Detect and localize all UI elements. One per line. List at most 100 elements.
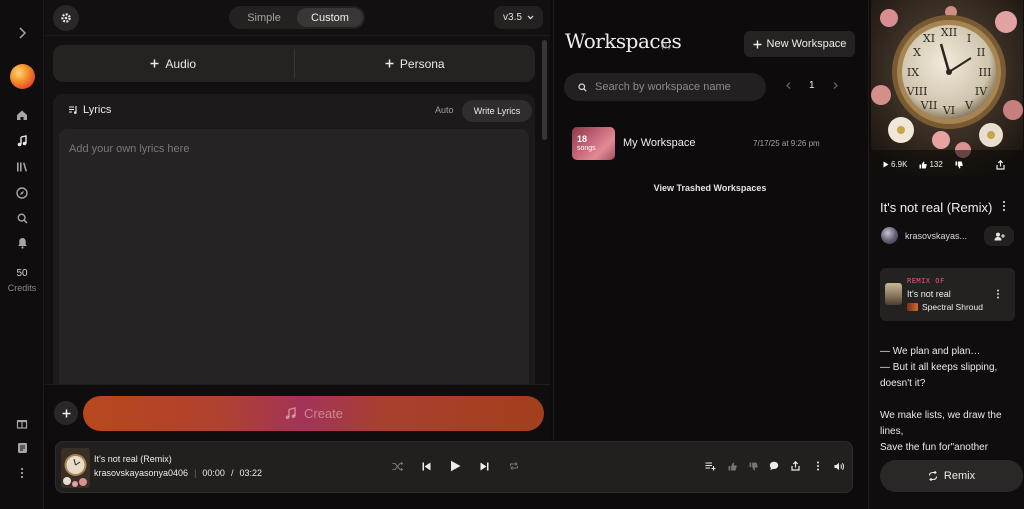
thumbs-down-icon[interactable] (955, 161, 963, 169)
dislike-icon[interactable] (745, 458, 761, 474)
add-audio-button[interactable]: Audio (53, 45, 294, 82)
svg-text:VIII: VIII (906, 85, 928, 98)
remix-source-artist-name: Spectral Shroud (922, 302, 983, 312)
artist-badge-icon (907, 303, 918, 311)
prev-page-icon[interactable] (786, 82, 791, 89)
workspace-name: My Workspace (623, 137, 696, 149)
play-icon (883, 161, 889, 168)
lyrics-placeholder: Add your own lyrics here (69, 143, 190, 155)
plus-icon (385, 59, 394, 68)
remix-source-title: It's not real (907, 289, 951, 299)
player-meta: krasovskayasonya0406 | 00:00 / 03:22 (94, 468, 262, 478)
home-icon[interactable] (14, 107, 30, 123)
create-scrollbar[interactable] (542, 40, 547, 382)
thumbs-up-icon (919, 161, 928, 169)
workspace-search-input[interactable]: Search by workspace name (564, 73, 766, 101)
more-icon[interactable] (14, 465, 30, 481)
player-artist[interactable]: krasovskayasonya0406 (94, 468, 188, 478)
repeat-icon[interactable] (506, 458, 522, 474)
create-panel: Simple Custom v3.5 Audio Persona Lyrics … (45, 0, 550, 440)
remix-source-artist: Spectral Shroud (907, 302, 983, 312)
gear-icon (60, 12, 72, 24)
likes-stat[interactable]: 132 (919, 160, 943, 169)
song-lyrics: — We plan and plan… — But it all keeps s… (880, 346, 1002, 451)
player-title[interactable]: It's not real (Remix) (94, 454, 172, 464)
write-lyrics-tab[interactable]: Write Lyrics (462, 100, 532, 122)
pagination: 1 (786, 80, 838, 91)
remix-more-icon[interactable] (996, 289, 1000, 299)
player-cover-art[interactable] (61, 448, 90, 488)
explore-icon[interactable] (14, 185, 30, 201)
chevron-right-icon[interactable] (14, 25, 30, 41)
svg-text:XI: XI (923, 32, 935, 45)
left-rail: 50 Credits (0, 0, 44, 509)
svg-text:II: II (977, 46, 986, 59)
chevron-down-icon (527, 15, 534, 20)
search-icon (578, 82, 587, 92)
scrollbar-thumb[interactable] (542, 40, 547, 140)
library-icon[interactable] (14, 159, 30, 175)
like-icon[interactable] (724, 458, 740, 474)
share-icon[interactable] (787, 458, 803, 474)
add-persona-label: Persona (399, 56, 445, 71)
workspace-songs-count: 18 (577, 134, 588, 144)
svg-text:XII: XII (941, 26, 958, 39)
plus-icon (150, 59, 159, 68)
search-placeholder: Search by workspace name (595, 81, 731, 93)
create-topbar: Simple Custom v3.5 (45, 0, 550, 36)
gift-icon[interactable] (14, 415, 30, 431)
share-icon[interactable] (996, 160, 1005, 170)
svg-text:VI: VI (942, 104, 955, 117)
view-trashed-link[interactable]: View Trashed Workspaces (554, 183, 866, 193)
comment-icon[interactable] (766, 458, 782, 474)
new-workspace-button[interactable]: New Workspace (744, 31, 855, 57)
play-button[interactable] (447, 458, 463, 474)
workspace-item[interactable]: 18 songs My Workspace 7/17/25 at 9:26 pm (572, 127, 855, 160)
auto-lyrics-tab[interactable]: Auto (435, 105, 454, 115)
volume-icon[interactable] (831, 458, 847, 474)
svg-text:VII: VII (920, 99, 938, 112)
svg-text:III: III (978, 66, 991, 79)
music-icon[interactable] (14, 133, 30, 149)
add-row: Audio Persona (53, 45, 535, 82)
tab-custom[interactable]: Custom (297, 8, 363, 27)
shuffle-icon[interactable] (389, 458, 405, 474)
song-title: It's not real (Remix) (880, 200, 993, 215)
create-button[interactable]: Create (83, 396, 544, 431)
more-options-button[interactable] (54, 401, 78, 425)
bell-icon[interactable] (14, 235, 30, 251)
notes-icon[interactable] (14, 440, 30, 456)
workspaces-panel: Workspaces (1) New Workspace Search by w… (553, 0, 865, 440)
next-page-icon[interactable] (833, 82, 838, 89)
tab-simple[interactable]: Simple (231, 8, 297, 27)
svg-text:I: I (967, 32, 971, 45)
new-workspace-label: New Workspace (766, 38, 847, 50)
search-icon[interactable] (14, 210, 30, 226)
create-bottombar: Create (45, 384, 550, 440)
next-track-icon[interactable] (476, 458, 492, 474)
previous-track-icon[interactable] (418, 458, 434, 474)
version-select[interactable]: v3.5 (494, 6, 543, 29)
remix-button[interactable]: Remix (880, 460, 1023, 492)
workspace-thumbnail: 18 songs (572, 127, 615, 160)
plays-stat: 6.9K (883, 160, 907, 169)
settings-button[interactable] (53, 5, 79, 31)
add-persona-button[interactable]: Persona (295, 45, 536, 82)
remix-label: Remix (943, 470, 976, 482)
lyrics-input[interactable]: Add your own lyrics here (59, 129, 529, 384)
player-duration: 03:22 (239, 468, 262, 478)
plays-count: 6.9K (891, 160, 908, 169)
svg-text:X: X (913, 46, 921, 59)
user-avatar-logo[interactable] (10, 64, 35, 89)
song-artist[interactable]: krasovskayas... (881, 227, 967, 244)
workspace-songs-label: songs (577, 145, 596, 152)
remix-of-label: REMIX OF (907, 277, 945, 285)
remix-of-card[interactable]: REMIX OF It's not real Spectral Shroud (880, 268, 1015, 321)
song-more-icon[interactable] (1002, 200, 1006, 212)
page-number: 1 (809, 80, 815, 91)
add-audio-label: Audio (165, 56, 197, 71)
queue-icon[interactable] (702, 458, 718, 474)
more-icon[interactable] (810, 458, 826, 474)
follow-button[interactable] (984, 226, 1014, 246)
likes-count: 132 (929, 160, 943, 169)
